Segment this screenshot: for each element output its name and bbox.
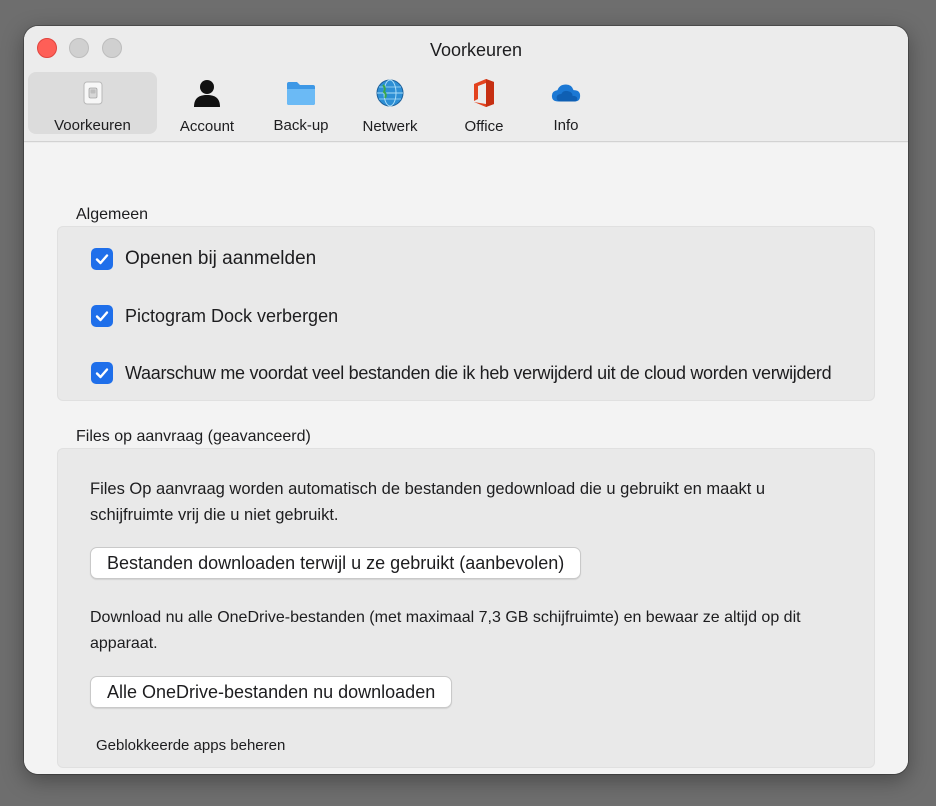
tab-label: Office bbox=[464, 118, 504, 135]
files-on-demand-group: Files Op aanvraag worden automatisch de … bbox=[57, 448, 875, 768]
tab-voorkeuren[interactable]: Voorkeuren bbox=[28, 72, 157, 134]
tab-info[interactable]: Info bbox=[536, 72, 596, 134]
option-label: Openen bij aanmelden bbox=[125, 248, 317, 269]
files-on-demand-description: Files Op aanvraag worden automatisch de … bbox=[90, 480, 766, 524]
switch-icon bbox=[77, 78, 109, 107]
open-at-login-checkbox[interactable] bbox=[91, 248, 113, 270]
tab-label: Voorkeuren bbox=[54, 117, 131, 134]
tab-label: Account bbox=[179, 118, 235, 135]
general-options-group: Openen bij aanmelden Pictogram Dock verb… bbox=[57, 226, 875, 401]
cloud-icon bbox=[550, 78, 582, 107]
tab-office[interactable]: Office bbox=[444, 72, 524, 135]
option-hide-dock-icon[interactable]: Pictogram Dock verbergen bbox=[91, 305, 338, 327]
window-title: Voorkeuren bbox=[429, 40, 523, 60]
download-all-now-button[interactable]: Alle OneDrive-bestanden nu downloaden bbox=[90, 676, 453, 708]
checkmark-icon bbox=[95, 368, 109, 379]
tab-back-up[interactable]: Back-up bbox=[256, 72, 346, 134]
preferences-window: Voorkeuren Voorkeuren Account Back-up Ne… bbox=[24, 26, 908, 774]
tab-label: Back-up bbox=[273, 117, 329, 134]
files-on-demand-section-title: Files op aanvraag (geavanceerd) bbox=[76, 428, 311, 445]
general-section-title: Algemeen bbox=[76, 206, 149, 223]
checkmark-icon bbox=[95, 311, 109, 322]
option-label: Waarschuw me voordat veel bestanden die … bbox=[125, 362, 832, 383]
manage-blocked-apps-link[interactable]: Geblokkeerde apps beheren bbox=[96, 737, 285, 754]
download-all-description: Download nu alle OneDrive-bestanden (met… bbox=[90, 609, 801, 652]
tab-label: Netwerk bbox=[362, 118, 418, 135]
globe-icon bbox=[374, 78, 406, 108]
hide-dock-icon-checkbox[interactable] bbox=[91, 305, 113, 327]
tab-account[interactable]: Account bbox=[162, 72, 252, 135]
tab-label: Info bbox=[553, 117, 579, 134]
folder-icon bbox=[285, 78, 317, 107]
option-label: Pictogram Dock verbergen bbox=[125, 305, 339, 326]
preferences-toolbar: Voorkeuren Account Back-up Netwerk Offic… bbox=[24, 70, 908, 140]
download-as-used-button[interactable]: Bestanden downloaden terwijl u ze gebrui… bbox=[90, 547, 582, 579]
warn-before-delete-checkbox[interactable] bbox=[91, 362, 113, 384]
checkmark-icon bbox=[95, 254, 109, 265]
tab-netwerk[interactable]: Netwerk bbox=[350, 72, 430, 135]
titlebar: Voorkeuren Voorkeuren Account Back-up Ne… bbox=[24, 26, 908, 142]
preferences-content: Algemeen Openen bij aanmelden Pictogram … bbox=[24, 143, 908, 774]
option-warn-before-delete[interactable]: Waarschuw me voordat veel bestanden die … bbox=[91, 362, 832, 384]
option-open-at-login[interactable]: Openen bij aanmelden bbox=[91, 248, 316, 270]
office-icon bbox=[468, 78, 500, 108]
person-icon bbox=[191, 78, 223, 108]
